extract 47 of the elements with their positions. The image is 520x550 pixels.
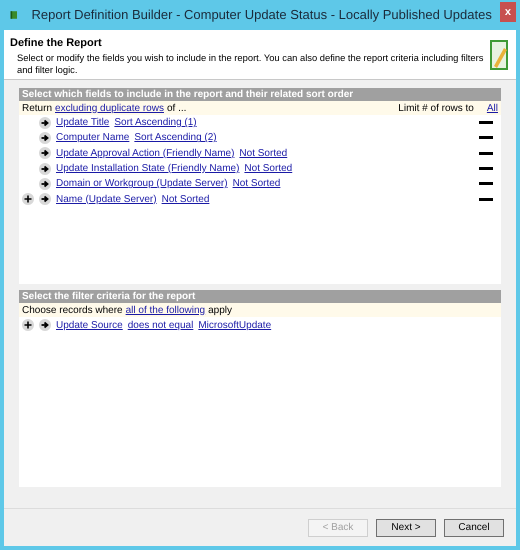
plus-icon[interactable] — [22, 193, 34, 206]
field-link[interactable]: Update Source — [56, 318, 123, 332]
limit-link[interactable]: All — [486, 100, 498, 116]
window-title: Report Definition Builder - Computer Update Status - Locally Published Updates — [32, 6, 492, 24]
field-link[interactable]: Computer Name — [56, 130, 130, 146]
field-link[interactable]: Update Title — [56, 115, 110, 130]
report-pencil-icon — [488, 38, 510, 72]
dash-icon[interactable] — [479, 136, 493, 140]
wizard-button[interactable]: Next > — [376, 518, 436, 536]
close-button[interactable]: x — [500, 2, 516, 22]
arrow-icon[interactable] — [39, 193, 51, 206]
plus-icon[interactable] — [22, 319, 34, 331]
arrow-icon[interactable] — [39, 319, 51, 331]
filter-suffix: apply — [208, 304, 232, 318]
panel-title: Select which fields to include in the report and their related sort order — [19, 88, 501, 101]
dash-icon[interactable] — [479, 198, 493, 201]
sort-link[interactable]: Sort Ascending (1) — [114, 115, 197, 130]
sort-link[interactable]: Sort Ascending (2) — [134, 130, 217, 146]
dash-icon[interactable] — [479, 167, 493, 170]
duplicate-rows-link[interactable]: excluding duplicate rows — [55, 100, 164, 116]
filter-logic-link[interactable]: all of the following — [126, 302, 206, 318]
return-label: Return — [22, 102, 52, 116]
arrow-icon[interactable] — [39, 162, 51, 175]
field-link[interactable]: Name (Update Server) — [56, 192, 157, 207]
sort-link[interactable]: Not Sorted — [244, 161, 292, 176]
sort-link[interactable]: Not Sorted — [232, 176, 280, 192]
field-link[interactable]: Update Approval Action (Friendly Name) — [56, 146, 234, 161]
sort-link[interactable]: Not Sorted — [162, 192, 210, 207]
return-suffix: of ... — [166, 102, 186, 116]
filter-label: Choose records where — [22, 304, 123, 318]
field-link[interactable]: Update Installation State (Friendly Name) — [56, 161, 240, 176]
dash-icon[interactable] — [479, 121, 493, 124]
value-link[interactable]: MicrosoftUpdate — [198, 318, 272, 332]
panel-title: Select the filter criteria for the report — [19, 290, 501, 303]
dash-icon[interactable] — [479, 152, 493, 155]
arrow-icon[interactable] — [39, 132, 51, 144]
field-link[interactable]: Domain or Workgroup (Update Server) — [56, 176, 228, 192]
arrow-icon[interactable] — [39, 178, 51, 190]
operator-link[interactable]: does not equal — [128, 318, 194, 332]
limit-label: Limit # of rows to — [398, 102, 474, 116]
arrow-icon[interactable] — [39, 116, 51, 129]
sort-link[interactable]: Not Sorted — [239, 146, 288, 161]
arrow-icon[interactable] — [39, 147, 51, 160]
wizard-button[interactable]: Cancel — [444, 518, 504, 536]
dash-icon[interactable] — [479, 182, 493, 186]
header-description: Select or modify the fields you wish to include in the report. You can also define the report criteria including filters and filter logic. — [16, 52, 484, 76]
header-title: Define the Report — [10, 36, 103, 51]
